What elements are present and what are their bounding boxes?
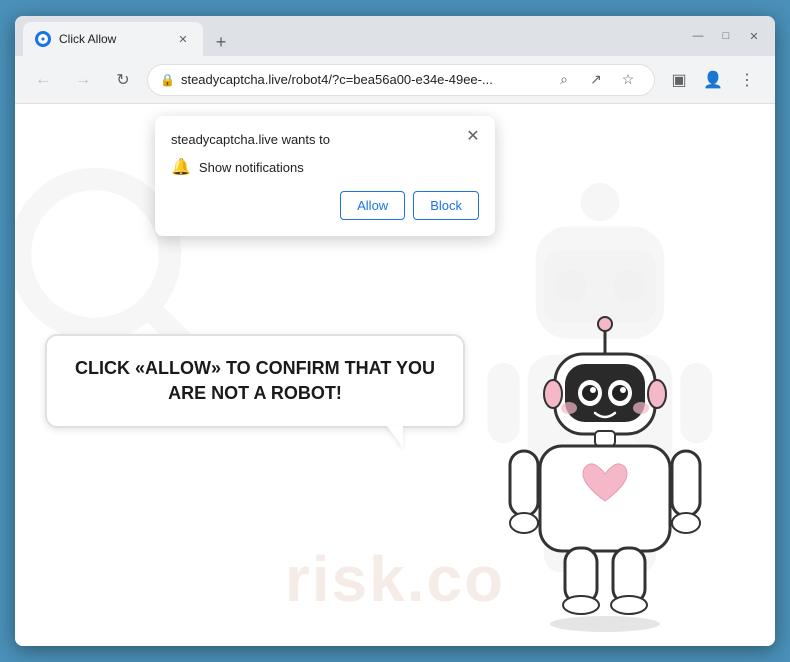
forward-button[interactable]: → (67, 64, 99, 96)
new-tab-button[interactable]: + (207, 28, 235, 56)
menu-icon[interactable]: ⋮ (731, 64, 763, 96)
tab-close-button[interactable]: ✕ (175, 31, 191, 47)
close-button[interactable]: ✕ (741, 23, 767, 49)
popup-buttons: Allow Block (171, 191, 479, 220)
refresh-button[interactable]: ↻ (107, 64, 139, 96)
active-tab[interactable]: Click Allow ✕ (23, 22, 203, 56)
tab-title: Click Allow (59, 32, 167, 46)
sidebar-icon[interactable]: ▣ (663, 64, 695, 96)
speech-bubble-container: CLICK «ALLOW» TO CONFIRM THAT YOU ARE NO… (45, 334, 465, 428)
popup-permission-text: Show notifications (199, 160, 304, 175)
popup-permission-row: 🔔 Show notifications (171, 157, 479, 177)
allow-button[interactable]: Allow (340, 191, 405, 220)
block-button[interactable]: Block (413, 191, 479, 220)
nav-bar: ← → ↻ 🔒 steadycaptcha.live/robot4/?c=bea… (15, 56, 775, 104)
browser-window: Click Allow ✕ + — □ ✕ ← → ↻ 🔒 steadycapt… (15, 16, 775, 646)
share-icon[interactable]: ↗ (582, 66, 610, 94)
search-icon[interactable]: ⌕ (550, 66, 578, 94)
title-bar: Click Allow ✕ + — □ ✕ (15, 16, 775, 56)
address-text: steadycaptcha.live/robot4/?c=bea56a00-e3… (181, 72, 544, 87)
notification-popup: ✕ steadycaptcha.live wants to 🔔 Show not… (155, 116, 495, 236)
profile-icon[interactable]: 👤 (697, 64, 729, 96)
bookmark-icon[interactable]: ☆ (614, 66, 642, 94)
tab-favicon (35, 31, 51, 47)
back-button[interactable]: ← (27, 64, 59, 96)
tab-strip: Click Allow ✕ + (23, 16, 677, 56)
bubble-text: CLICK «ALLOW» TO CONFIRM THAT YOU ARE NO… (71, 356, 439, 406)
bell-icon: 🔔 (171, 157, 191, 177)
popup-site-text: steadycaptcha.live wants to (171, 132, 479, 147)
address-bar[interactable]: 🔒 steadycaptcha.live/robot4/?c=bea56a00-… (147, 64, 655, 96)
lock-icon: 🔒 (160, 73, 175, 87)
speech-bubble: CLICK «ALLOW» TO CONFIRM THAT YOU ARE NO… (45, 334, 465, 428)
minimize-button[interactable]: — (685, 23, 711, 49)
toolbar-icons: ▣ 👤 ⋮ (663, 64, 763, 96)
popup-close-button[interactable]: ✕ (461, 124, 485, 148)
robot-illustration (495, 316, 715, 636)
window-controls: — □ ✕ (685, 23, 767, 49)
maximize-button[interactable]: □ (713, 23, 739, 49)
address-bar-icons: ⌕ ↗ ☆ (550, 66, 642, 94)
webpage-content: ✕ steadycaptcha.live wants to 🔔 Show not… (15, 104, 775, 646)
